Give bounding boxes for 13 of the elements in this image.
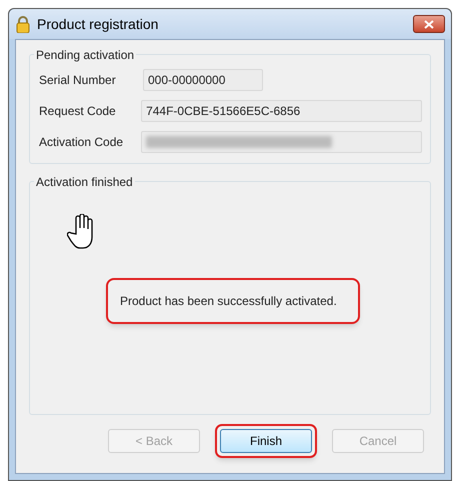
close-button[interactable]	[413, 15, 445, 33]
text-field[interactable]	[141, 131, 422, 153]
hand-cursor-icon	[67, 214, 95, 250]
field-label: Serial Number	[39, 72, 117, 89]
close-icon	[424, 20, 434, 28]
text-field[interactable]: 000-00000000	[143, 69, 263, 91]
field-label: Request Code	[39, 103, 117, 120]
field-label: Activation Code	[39, 134, 124, 151]
lock-icon	[15, 16, 31, 32]
window-title: Product registration	[37, 14, 158, 34]
text-field[interactable]: 744F-0CBE-51566E5C-6856	[141, 100, 422, 122]
dialog-button[interactable]: Finish	[220, 429, 312, 453]
status-message: Product has been successfully activated.	[120, 293, 337, 310]
